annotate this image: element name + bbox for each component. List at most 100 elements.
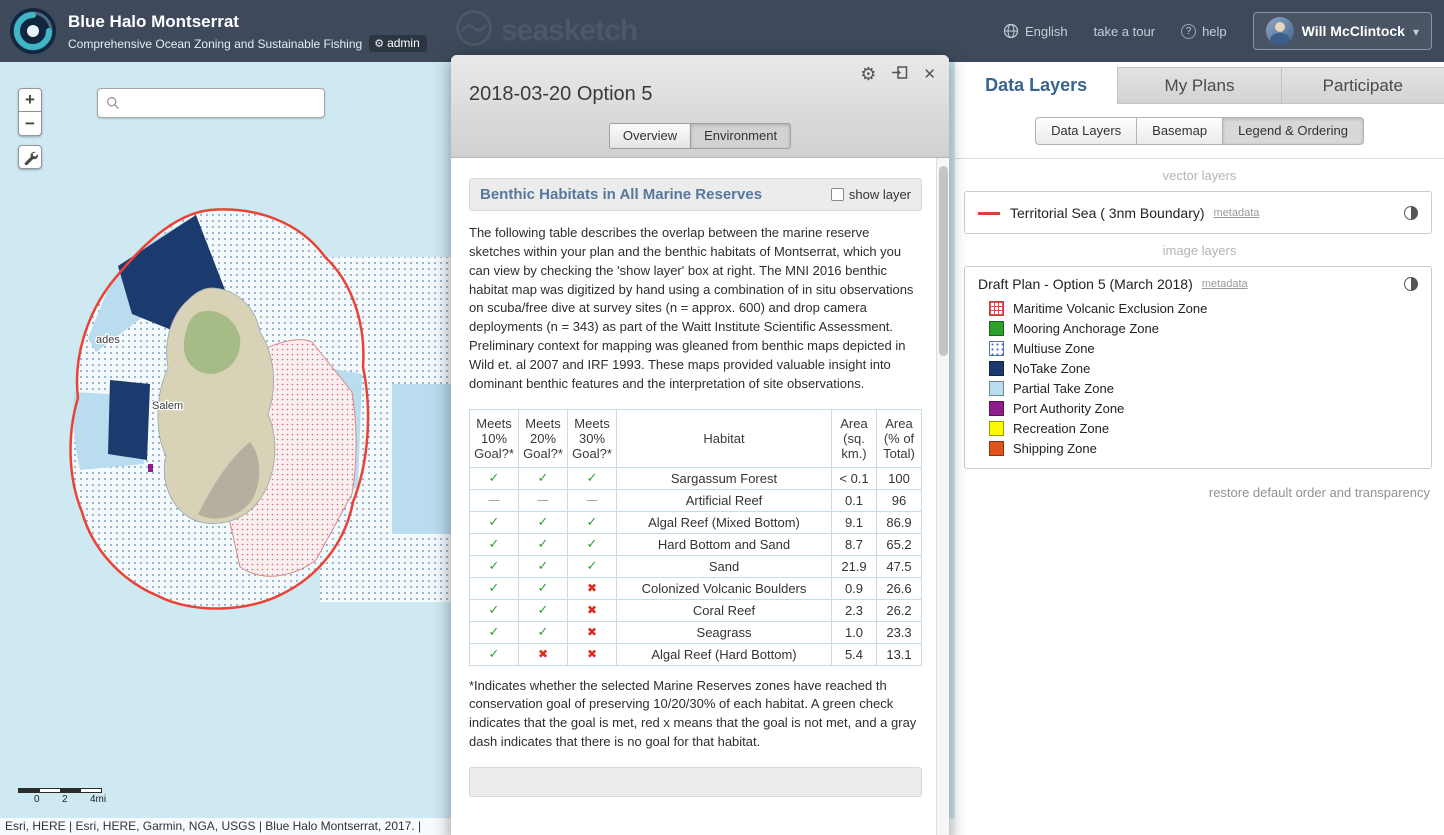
metadata-link[interactable]: metadata — [1202, 278, 1248, 290]
divider — [955, 158, 1444, 159]
table-row: Hard Bottom and Sand 8.7 65.2 — [469, 532, 922, 556]
map-controls — [18, 88, 42, 169]
image-layers-label: image layers — [1162, 243, 1237, 258]
zoom-out-button[interactable] — [18, 112, 42, 136]
area-pct: 13.1 — [876, 642, 922, 666]
zone-label: Maritime Volcanic Exclusion Zone — [1013, 300, 1208, 316]
chevron-down-icon — [1413, 24, 1419, 39]
subtab-legend-ordering[interactable]: Legend & Ordering — [1223, 117, 1364, 145]
habitat-name: Algal Reef (Hard Bottom) — [616, 642, 832, 666]
layer-item-territorial-sea[interactable]: Territorial Sea ( 3nm Boundary) metadata — [964, 191, 1432, 234]
table-row: Sand 21.9 47.5 — [469, 554, 922, 578]
area-pct: 26.6 — [876, 576, 922, 600]
table-row: Artificial Reef 0.1 96 — [469, 488, 922, 512]
goal-20-mark — [518, 466, 568, 490]
subtab-basemap[interactable]: Basemap — [1137, 117, 1224, 145]
zone-label: Partial Take Zone — [1013, 380, 1114, 396]
transparency-toggle-icon[interactable] — [1404, 206, 1418, 220]
territorial-sea-line-icon — [978, 211, 1000, 215]
map-search[interactable] — [97, 88, 325, 118]
layer-label: Territorial Sea ( 3nm Boundary) — [1010, 205, 1205, 221]
area-pct: 23.3 — [876, 620, 922, 644]
zone-swatch — [989, 380, 1004, 396]
goal-20-mark — [518, 510, 568, 534]
col-meets-30: Meets 30% Goal?* — [567, 408, 617, 468]
zone-label: Port Authority Zone — [1013, 400, 1125, 416]
subtab-data-layers[interactable]: Data Layers — [1035, 117, 1138, 145]
goal-10-mark — [469, 620, 519, 644]
scrollbar-thumb[interactable] — [939, 166, 948, 356]
zone-no-take — [108, 380, 150, 460]
area-sqkm: 21.9 — [831, 554, 877, 578]
habitat-name: Coral Reef — [616, 598, 832, 622]
zone-partial-take — [392, 384, 452, 534]
col-habitat: Habitat — [616, 408, 832, 468]
scale-tick: 0 — [34, 794, 40, 805]
take-a-tour-link[interactable]: take a tour — [1094, 24, 1155, 39]
area-sqkm: 1.0 — [831, 620, 877, 644]
zone-swatch — [989, 320, 1004, 336]
tab-environment[interactable]: Environment — [690, 123, 792, 149]
user-menu-button[interactable]: Will McClintock — [1252, 12, 1432, 50]
close-icon[interactable] — [923, 67, 936, 83]
admin-button[interactable]: admin — [369, 35, 427, 52]
zone-label: NoTake Zone — [1013, 360, 1091, 376]
goal-20-mark — [518, 598, 568, 622]
language-label: English — [1024, 23, 1068, 39]
goal-30-mark — [567, 598, 617, 622]
area-sqkm: 0.9 — [831, 576, 877, 600]
scale-tick: 4mi — [90, 794, 107, 805]
project-brand: Blue Halo Montserrat Comprehensive Ocean… — [10, 8, 427, 54]
language-menu[interactable]: English — [1003, 23, 1068, 39]
export-to-map-icon[interactable] — [891, 65, 908, 84]
report-body: Benthic Habitats in All Marine Reserves … — [451, 158, 949, 835]
tab-data-layers[interactable]: Data Layers — [955, 67, 1118, 104]
zone-swatch — [989, 440, 1004, 456]
goal-10-mark — [469, 466, 519, 490]
zone-swatch — [989, 340, 1004, 356]
tab-my-plans[interactable]: My Plans — [1117, 67, 1281, 104]
settings-icon[interactable] — [860, 66, 876, 84]
show-layer-control[interactable]: show layer — [830, 187, 911, 202]
area-pct: 26.2 — [876, 598, 922, 622]
habitat-table: Meets 10% Goal?* Meets 20% Goal?* Meets … — [469, 408, 922, 666]
help-link[interactable]: help — [1181, 23, 1227, 39]
goal-20-mark — [518, 554, 568, 578]
zone-swatch — [989, 420, 1004, 436]
show-layer-checkbox[interactable] — [830, 188, 844, 201]
area-pct: 86.9 — [876, 510, 922, 534]
zone-label: Mooring Anchorage Zone — [1013, 320, 1159, 336]
transparency-toggle-icon[interactable] — [1404, 277, 1418, 291]
col-area-sqkm: Area (sq. km.) — [831, 408, 877, 468]
zoom-in-button[interactable] — [18, 88, 42, 112]
table-row: Algal Reef (Mixed Bottom) 9.1 86.9 — [469, 510, 922, 534]
metadata-link[interactable]: metadata — [1214, 207, 1260, 219]
scrollbar-track[interactable] — [936, 158, 949, 835]
seasketch-logo: seasketch — [455, 9, 638, 52]
globe-icon — [1003, 23, 1019, 39]
goal-30-mark — [567, 642, 617, 666]
layer-label: Draft Plan - Option 5 (March 2018) — [978, 276, 1193, 292]
col-area-pct: Area (% of Total) — [876, 408, 922, 468]
gear-icon — [374, 36, 384, 50]
layer-item-draft-plan[interactable]: Draft Plan - Option 5 (March 2018) metad… — [964, 266, 1432, 469]
search-input[interactable] — [126, 95, 316, 111]
restore-defaults-link[interactable]: restore default order and transparency — [955, 485, 1430, 500]
admin-label: admin — [387, 36, 420, 50]
sketch-report-modal: 2018-03-20 Option 5 Overview Environment… — [451, 55, 949, 835]
goal-30-mark — [567, 466, 617, 490]
legend-item: Partial Take Zone — [989, 378, 1421, 398]
next-report-section-header[interactable] — [469, 766, 922, 797]
area-sqkm: 0.1 — [831, 488, 877, 512]
table-row: Algal Reef (Hard Bottom) 5.4 13.1 — [469, 642, 922, 666]
map-tools-button[interactable] — [18, 145, 42, 169]
project-subtitle: Comprehensive Ocean Zoning and Sustainab… — [68, 36, 363, 51]
project-logo-icon — [10, 8, 56, 54]
goal-10-mark — [469, 642, 519, 666]
legend-item: Mooring Anchorage Zone — [989, 318, 1421, 338]
tab-overview[interactable]: Overview — [608, 123, 691, 149]
goal-20-mark — [518, 642, 568, 666]
zone-port-authority — [148, 464, 153, 472]
tab-participate[interactable]: Participate — [1280, 67, 1444, 104]
zone-legend: Maritime Volcanic Exclusion Zone Mooring… — [965, 296, 1431, 468]
